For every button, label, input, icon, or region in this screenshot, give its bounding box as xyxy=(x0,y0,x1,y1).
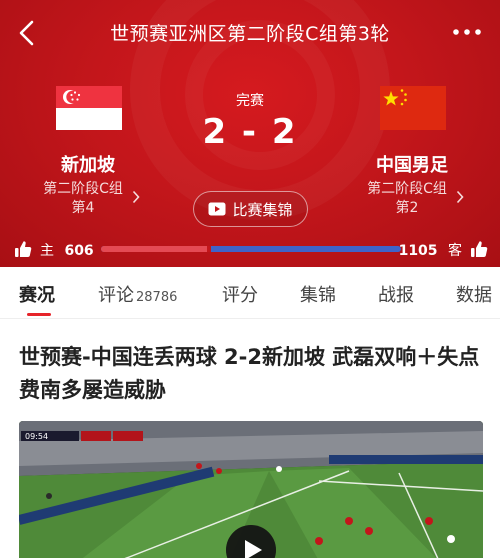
support-bar xyxy=(101,246,401,252)
article-headline[interactable]: 世预赛-中国连丢两球 2-2新加坡 武磊双响＋失点费南多屡造威胁 xyxy=(19,341,489,407)
tab-ratings[interactable]: 评分 xyxy=(222,281,258,307)
tab-live[interactable]: 赛况 xyxy=(19,281,55,307)
away-support-label: 客 xyxy=(448,243,462,259)
page-title: 世预赛亚洲区第二阶段C组第3轮 xyxy=(110,23,390,45)
chevron-right-icon xyxy=(456,190,464,204)
home-support: 主 606 xyxy=(40,240,94,260)
away-support-count: 1105 xyxy=(398,243,438,259)
comment-count: 28786 xyxy=(136,290,178,305)
tab-label: 数据 xyxy=(456,285,492,306)
home-team-standing[interactable]: 第二阶段C组 第4 xyxy=(18,180,148,218)
highlights-button[interactable]: 比赛集锦 xyxy=(193,191,308,227)
match-header: 世预赛亚洲区第二阶段C组第3轮 完赛 2 - 2 新加坡 中国男足 第二阶段C组… xyxy=(0,0,500,267)
tab-label: 评分 xyxy=(222,285,258,306)
back-icon[interactable] xyxy=(14,18,40,48)
tab-label: 赛况 xyxy=(19,285,55,306)
away-support: 1105 客 xyxy=(399,240,462,260)
tab-label: 战报 xyxy=(378,285,414,306)
tab-bar: 赛况 评论 28786 评分 集锦 战报 数据 xyxy=(0,267,500,319)
thumbs-up-icon[interactable] xyxy=(14,240,32,258)
video-clock: 09:54 xyxy=(25,432,48,441)
top-bar: 世预赛亚洲区第二阶段C组第3轮 xyxy=(0,0,500,64)
more-icon[interactable] xyxy=(452,24,482,40)
chevron-right-icon xyxy=(132,190,140,204)
home-team-group: 第二阶段C组 xyxy=(43,181,123,197)
tab-stats[interactable]: 数据 xyxy=(456,281,492,307)
away-team-rank: 第2 xyxy=(395,200,419,216)
video-icon xyxy=(208,202,226,216)
away-team-group: 第二阶段C组 xyxy=(367,181,447,197)
tab-label: 评论 xyxy=(98,285,134,306)
away-team-name[interactable]: 中国男足 xyxy=(332,151,492,177)
home-support-count: 606 xyxy=(64,243,94,259)
match-status: 完赛 xyxy=(236,93,264,109)
highlights-button-label: 比赛集锦 xyxy=(232,200,293,219)
tab-label: 集锦 xyxy=(300,285,336,306)
tab-highlights[interactable]: 集锦 xyxy=(300,281,336,307)
match-score: 2 - 2 xyxy=(202,112,298,152)
tab-comments[interactable]: 评论 28786 xyxy=(98,281,177,307)
home-support-label: 主 xyxy=(40,243,54,259)
active-tab-indicator xyxy=(27,313,51,316)
singapore-flag-icon xyxy=(56,86,122,130)
home-support-fill xyxy=(101,246,207,252)
thumbs-up-icon[interactable] xyxy=(470,240,488,258)
away-team-standing[interactable]: 第二阶段C组 第2 xyxy=(342,180,472,218)
home-team-name[interactable]: 新加坡 xyxy=(8,151,168,177)
tab-report[interactable]: 战报 xyxy=(378,281,414,307)
china-flag-icon xyxy=(380,86,446,130)
support-divider xyxy=(207,246,211,252)
home-team-rank: 第4 xyxy=(71,200,95,216)
